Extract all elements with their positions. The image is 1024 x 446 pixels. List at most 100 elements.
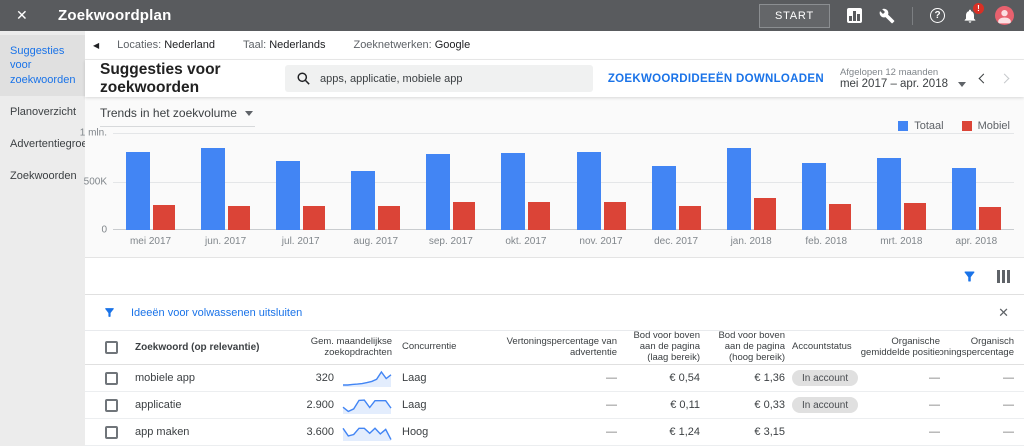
- account-status-cell: In account: [785, 397, 859, 413]
- columns-icon[interactable]: [997, 269, 1010, 283]
- filter-icon[interactable]: [962, 269, 977, 284]
- row-checkbox[interactable]: [105, 425, 118, 439]
- legend-item-totaal[interactable]: Totaal: [898, 120, 944, 132]
- bar-total[interactable]: [651, 165, 676, 230]
- column-header-keyword[interactable]: Zoekwoord (op relevantie): [135, 342, 260, 354]
- keyword-search-input[interactable]: apps, applicatie, mobiele app: [285, 65, 593, 92]
- date-range-value: mei 2017 – apr. 2018: [839, 78, 948, 90]
- chart-dropdown-label: Trends in het zoekvolume: [100, 106, 237, 120]
- row-checkbox[interactable]: [105, 398, 118, 412]
- table-row[interactable]: mobiele app 320 Laag — € 0,54 € 1,36 In accoun…: [85, 365, 1024, 392]
- bar-mobile[interactable]: [903, 203, 926, 230]
- x-axis-label: aug. 2017: [353, 236, 399, 247]
- bar-mobile[interactable]: [678, 205, 701, 230]
- x-axis-label: mrt. 2018: [880, 236, 923, 247]
- bar-group: [563, 133, 638, 230]
- organic-position-cell: —: [929, 426, 940, 438]
- bar-group: [113, 133, 188, 230]
- bar-total[interactable]: [351, 171, 376, 230]
- reports-icon[interactable]: [847, 8, 862, 23]
- date-range-label: Afgelopen 12 maanden: [839, 67, 939, 78]
- bar-total[interactable]: [126, 152, 151, 230]
- bar-total[interactable]: [876, 157, 901, 230]
- legend-item-mobiel[interactable]: Mobiel: [961, 120, 1010, 132]
- next-period-chevron[interactable]: [999, 73, 1010, 84]
- trend-sparkline: [342, 399, 392, 414]
- bar-mobile[interactable]: [603, 201, 626, 230]
- adult-ideas-filter-chip[interactable]: Ideeën voor volwassenen uitsluiten: [131, 307, 302, 319]
- organic-position-cell: —: [929, 372, 940, 384]
- trend-sparkline: [342, 427, 392, 441]
- column-header-bid-low[interactable]: Bod voor boven aan de pagina (laag berei…: [617, 330, 700, 364]
- bar-group: [789, 133, 864, 230]
- bar-total[interactable]: [951, 167, 976, 230]
- sidebar-item-advertentiegroepen[interactable]: Advertentiegroepen: [0, 128, 106, 160]
- searches-value: 2.900: [306, 399, 334, 411]
- locations-setting[interactable]: Locaties: Nederland: [117, 39, 215, 51]
- sidebar: Suggesties voor zoekwoorden Planoverzich…: [0, 31, 106, 446]
- collapse-panel-icon[interactable]: ◀: [93, 41, 99, 50]
- language-setting[interactable]: Taal: Nederlands: [243, 39, 326, 51]
- table-body: mobiele app 320 Laag — € 0,54 € 1,36 In accoun…: [85, 365, 1024, 446]
- table-row[interactable]: applicatie 2.900 Laag — € 0,11 € 0,33 In accou…: [85, 392, 1024, 419]
- bar-total[interactable]: [726, 147, 751, 230]
- download-keyword-ideas-link[interactable]: ZOEKWOORDIDEEËN DOWNLOADEN: [608, 73, 824, 85]
- competition-cell: Hoog: [402, 426, 429, 438]
- searches-cell: 320: [260, 368, 392, 388]
- chart-plot: 1 mln. 500K 0: [80, 128, 1014, 236]
- column-header-avg-monthly-searches[interactable]: Gem. maandelijkse zoekopdrachten: [260, 336, 392, 359]
- column-header-organic-position[interactable]: Organische gemiddelde positie: [858, 336, 940, 359]
- x-axis-label: mei 2017: [129, 236, 172, 247]
- table-row[interactable]: app maken 3.600 Hoog — € 1,24 € 3,15 — —: [85, 419, 1024, 446]
- bar-total[interactable]: [501, 152, 526, 230]
- avatar[interactable]: [995, 6, 1014, 25]
- bar-mobile[interactable]: [228, 206, 251, 230]
- sidebar-item-planoverzicht[interactable]: Planoverzicht: [0, 96, 85, 128]
- x-axis-label: apr. 2018: [955, 236, 998, 247]
- chart-type-dropdown[interactable]: Trends in het zoekvolume: [100, 106, 255, 127]
- bar-total[interactable]: [801, 163, 826, 230]
- column-header-account-status[interactable]: Accountstatus: [785, 341, 858, 353]
- select-all-checkbox[interactable]: [105, 341, 118, 354]
- bar-mobile[interactable]: [528, 201, 551, 230]
- chevron-down-icon: [958, 81, 966, 87]
- bar-mobile[interactable]: [978, 206, 1001, 230]
- bar-mobile[interactable]: [453, 201, 476, 230]
- column-header-organic-impression-share[interactable]: Organisch vertoningspercentage: [940, 337, 1024, 359]
- notifications-bell-icon[interactable]: !: [962, 2, 984, 24]
- bar-total[interactable]: [576, 152, 601, 230]
- help-icon[interactable]: ?: [930, 8, 945, 23]
- sidebar-item-zoekwoorden[interactable]: Zoekwoorden: [0, 160, 85, 192]
- row-checkbox[interactable]: [105, 371, 118, 385]
- bar-mobile[interactable]: [378, 206, 401, 230]
- column-header-competition[interactable]: Concurrentie: [392, 341, 502, 353]
- targeting-settings-bar: ◀ Locaties: Nederland Taal: Nederlands Zoe…: [85, 31, 1024, 60]
- sidebar-item-label: Suggesties voor zoekwoorden: [10, 45, 76, 86]
- remove-filter-icon[interactable]: ✕: [998, 305, 1009, 321]
- sidebar-item-suggesties[interactable]: Suggesties voor zoekwoorden: [0, 35, 85, 96]
- bar-mobile[interactable]: [828, 204, 851, 230]
- bar-mobile[interactable]: [153, 205, 176, 230]
- bar-group: [488, 133, 563, 230]
- start-button[interactable]: START: [758, 3, 830, 28]
- ad-impression-share-cell: —: [606, 372, 617, 384]
- legend-swatch: [898, 121, 909, 131]
- close-icon[interactable]: ✕: [16, 7, 36, 24]
- bar-mobile[interactable]: [303, 206, 326, 230]
- bar-total[interactable]: [201, 147, 226, 230]
- networks-setting[interactable]: Zoeknetwerken: Google: [353, 39, 470, 51]
- column-header-bid-high[interactable]: Bod voor boven aan de pagina (hoog berei…: [700, 330, 785, 364]
- searches-value: 3.600: [306, 426, 334, 438]
- legend-swatch: [961, 121, 972, 131]
- bar-total[interactable]: [426, 153, 451, 230]
- bar-group: [639, 133, 714, 230]
- legend-label: Totaal: [914, 120, 944, 132]
- tools-wrench-icon[interactable]: [879, 8, 895, 24]
- previous-period-chevron[interactable]: [978, 73, 989, 84]
- x-axis-label: nov. 2017: [579, 236, 623, 247]
- date-range-selector[interactable]: Afgelopen 12 maanden mei 2017 – apr. 201…: [840, 67, 966, 90]
- column-header-ad-impression-share[interactable]: Vertoningspercentage van advertentie: [502, 336, 617, 359]
- organic-impression-share-cell: —: [1003, 399, 1014, 411]
- bar-mobile[interactable]: [753, 198, 776, 230]
- bar-total[interactable]: [276, 161, 301, 230]
